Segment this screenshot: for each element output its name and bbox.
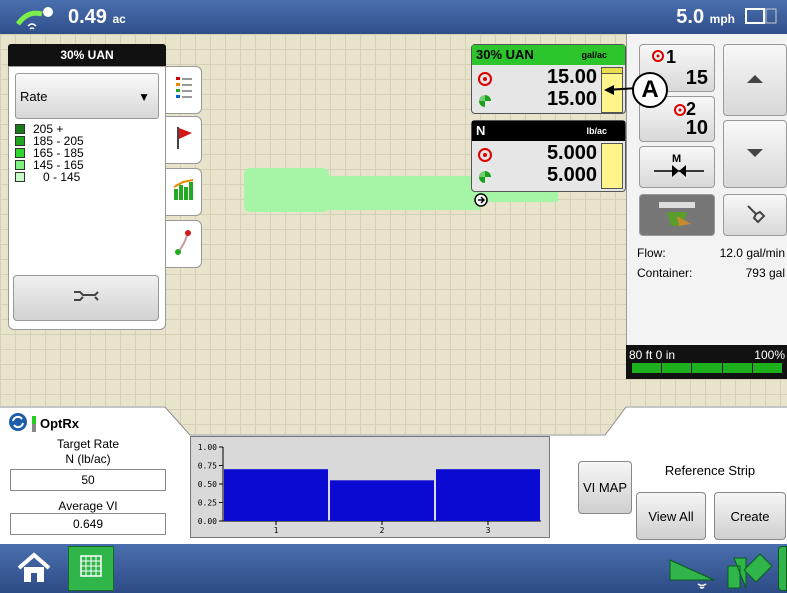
status-bar: 0.49 ac 5.0 mph: [0, 0, 787, 34]
vi-map-button[interactable]: VI MAP: [578, 461, 632, 514]
grid-icon: [80, 555, 102, 582]
guidance-tab[interactable]: [166, 220, 202, 268]
guidance-path-icon: [174, 229, 194, 260]
manual-valve-button[interactable]: M: [639, 146, 715, 188]
product-header: Nlb/ac: [472, 121, 625, 141]
average-vi-field: 0.649: [10, 513, 166, 535]
flag-tab[interactable]: [166, 116, 202, 164]
seed-bag-icon: [657, 198, 697, 233]
product-control-button[interactable]: [639, 194, 715, 236]
map-legend-panel: Rate ▼ 205 + 185 - 205 165 - 185 145 - 1…: [8, 66, 166, 330]
triangle-down-icon: [746, 145, 764, 163]
side-handle[interactable]: [778, 546, 787, 591]
sync-icon[interactable]: [8, 412, 28, 435]
reference-strip-label: Reference Strip: [664, 463, 756, 478]
flow-value: 12.0 gal/min: [719, 246, 785, 260]
boom-sections: [632, 363, 783, 373]
legend: 205 + 185 - 205 165 - 185 145 - 165 0 - …: [15, 123, 84, 183]
speed-readout: 5.0 mph: [676, 6, 735, 28]
legend-item: 0 - 145: [15, 171, 84, 183]
coverage-strip: [320, 176, 480, 210]
coverage-strip: [244, 168, 329, 212]
chart-bar: [330, 480, 434, 521]
taskbar: [0, 544, 787, 593]
target-rate-unit: N (lb/ac): [65, 452, 111, 466]
x-tick-label: 3: [486, 526, 491, 535]
y-tick-label: 0.00: [198, 517, 217, 526]
view-all-button[interactable]: View All: [636, 492, 706, 540]
screen-layout-icon[interactable]: [745, 7, 777, 32]
settings-button[interactable]: [13, 275, 159, 321]
increase-rate-button[interactable]: [723, 44, 787, 116]
x-tick-label: 1: [274, 526, 279, 535]
y-tick-label: 0.75: [198, 462, 217, 471]
create-button[interactable]: Create: [714, 492, 786, 540]
chart-bar: [436, 469, 540, 521]
y-tick-label: 1.00: [198, 443, 217, 452]
vehicle-icon: [474, 193, 488, 212]
map-mode-select[interactable]: Rate ▼: [15, 73, 159, 119]
x-tick-label: 2: [380, 526, 385, 535]
callout-label: A: [632, 72, 668, 108]
optrx-header: OptRx: [8, 412, 79, 435]
triangle-up-icon: [746, 71, 764, 89]
performance-tab[interactable]: [166, 168, 202, 216]
legend-tab[interactable]: [166, 66, 202, 114]
map-view-button[interactable]: [68, 546, 114, 591]
home-icon[interactable]: [16, 552, 52, 589]
boom-width: 80 ft 0 in: [629, 348, 676, 362]
target-rate-label: Target Rate: [56, 437, 120, 451]
average-vi-label: Average VI: [58, 499, 118, 513]
wrench-icon: [744, 202, 766, 229]
boom-percent: 100%: [754, 348, 785, 362]
product-tab-title[interactable]: 30% UAN: [8, 44, 166, 66]
flag-icon: [174, 125, 194, 156]
vi-chart: 1.00 0.75 0.50 0.25 0.00 1 2 3: [190, 436, 550, 538]
valve-icon: [654, 163, 704, 184]
chevron-down-icon: ▼: [138, 90, 150, 104]
container-value: 793 gal: [745, 266, 785, 280]
wrench-icon: [71, 286, 101, 311]
rate-bar: [601, 143, 623, 189]
gps-satellite-icon[interactable]: [14, 4, 58, 35]
bar-chart-icon: [173, 178, 195, 206]
product-rate-box[interactable]: Nlb/ac 5.000 5.000: [471, 120, 626, 192]
signal-indicator: [32, 415, 36, 432]
chart-bar: [224, 469, 328, 521]
decrease-rate-button[interactable]: [723, 120, 787, 188]
product-header: 30% UAN gal/ac: [472, 45, 625, 65]
y-tick-label: 0.50: [198, 480, 217, 489]
container-label: Container:: [637, 266, 693, 280]
field-operations-icon[interactable]: [726, 548, 774, 593]
product-settings-button[interactable]: [723, 194, 787, 236]
legend-list-icon: [175, 76, 192, 105]
boom-status: 80 ft 0 in 100%: [626, 345, 787, 379]
target-icon: [674, 103, 686, 121]
target-rate-field[interactable]: 50: [10, 469, 166, 491]
flow-label: Flow:: [637, 246, 666, 260]
area-readout: 0.49 ac: [68, 6, 126, 28]
applied-icon: [478, 167, 492, 190]
vi-chart-svg: 1.00 0.75 0.50 0.25 0.00 1 2 3: [198, 443, 541, 535]
applied-icon: [478, 91, 492, 114]
implement-icon[interactable]: [668, 556, 718, 593]
y-tick-label: 0.25: [198, 499, 217, 508]
target-icon: [652, 49, 664, 67]
